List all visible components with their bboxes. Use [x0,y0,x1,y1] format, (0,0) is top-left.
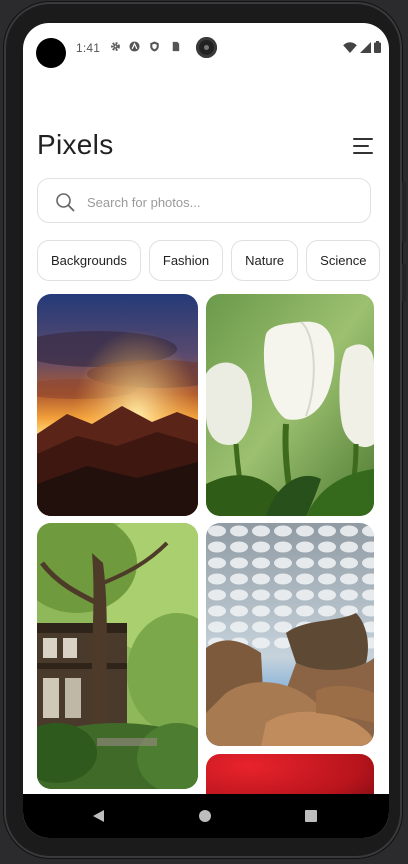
sunset-mountains-image [37,294,198,516]
front-camera [36,38,66,68]
android-auto-icon [129,41,140,52]
power-button [402,264,406,302]
category-chip-backgrounds[interactable]: Backgrounds [37,240,141,281]
sim-card-icon [172,41,180,52]
category-chip-nature[interactable]: Nature [231,240,299,281]
home-circle-icon[interactable] [199,810,211,822]
search-input[interactable] [85,189,359,215]
japanese-house-tree-image [37,523,198,789]
status-right-icons [343,41,381,53]
rocks-cloudy-sky-image [206,523,374,746]
status-time: 1:41 [76,41,101,55]
category-chip-science[interactable]: Science [306,240,381,281]
menu-icon[interactable] [351,135,375,157]
system-nav-bar [23,794,389,838]
photo-white-tulips[interactable] [206,294,374,516]
back-triangle-icon[interactable] [92,809,106,823]
phone-frame: 1:41 Pixels Search for photos... Backgro… [4,2,406,858]
category-chip-fashion[interactable]: Fashion [148,240,224,281]
app-title: Pixels [37,129,114,160]
recents-square-icon[interactable] [305,810,317,822]
gear-icon [111,42,120,51]
shield-icon [150,41,159,52]
photo-rocks-cloudy-sky[interactable] [206,523,374,746]
photo-japanese-house-tree[interactable] [37,523,198,789]
category-chips: Backgrounds Fashion Nature Science [37,240,389,281]
wifi-icon [343,41,357,53]
app-screen: 1:41 Pixels Search for photos... Backgro… [23,23,389,838]
battery-icon [374,41,381,53]
search-bar[interactable] [37,178,371,223]
cellular-signal-icon [360,41,371,53]
search-icon [56,193,75,212]
photo-sunset-mountains[interactable] [37,294,198,516]
volume-button [402,182,406,242]
camera-cutout [196,37,217,58]
white-tulips-image [206,294,374,516]
status-bar: 1:41 [23,23,389,71]
